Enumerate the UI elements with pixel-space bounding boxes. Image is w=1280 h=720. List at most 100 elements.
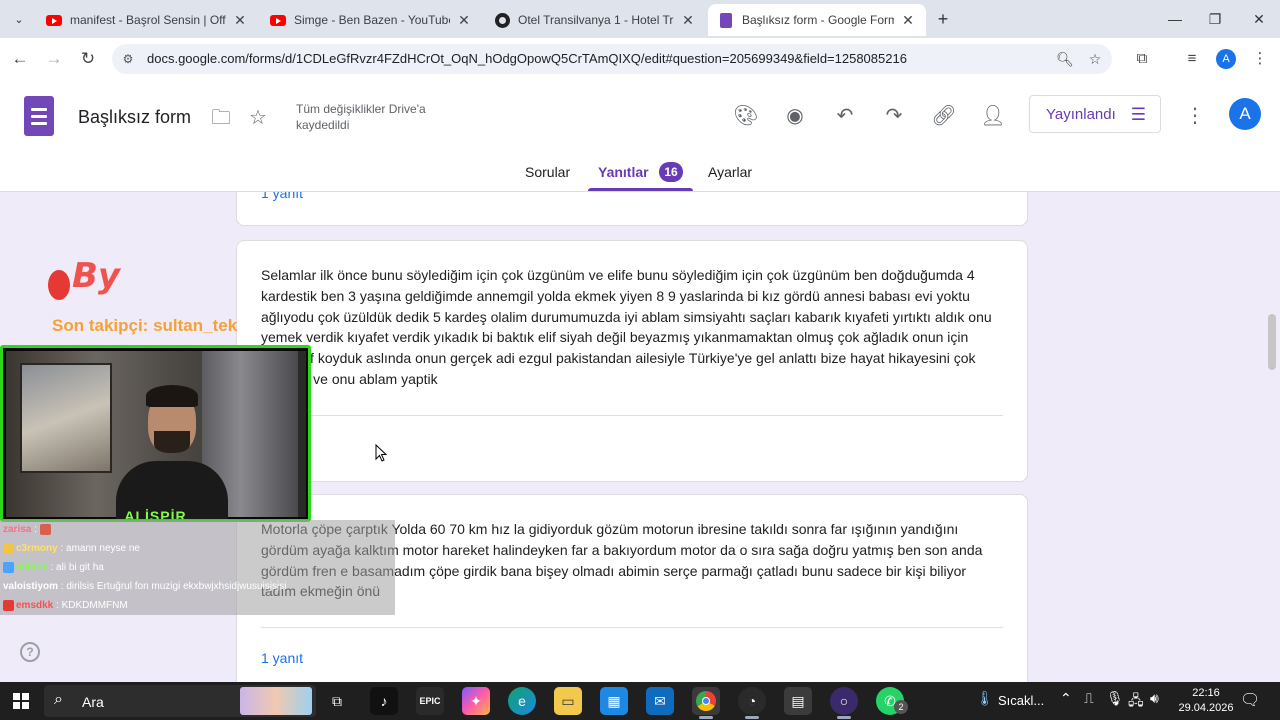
close-tab-icon[interactable]: ✕: [900, 12, 916, 29]
address-bar[interactable]: ⚙ docs.google.com/forms/d/1CDLeGfRvzr4FZ…: [112, 44, 1112, 74]
tiktok-icon[interactable]: ♪: [370, 687, 398, 715]
active-app-indicator: [699, 716, 713, 719]
redo-icon[interactable]: ↷: [880, 102, 908, 130]
microphone-icon[interactable]: 🎙︎: [1106, 690, 1124, 707]
weather-label[interactable]: Sıcakl...: [998, 693, 1044, 708]
badge-icon: [3, 542, 14, 554]
google-forms-logo-icon[interactable]: [24, 96, 54, 136]
response-card: Selamlar ilk önce bunu söylediğim için ç…: [236, 240, 1028, 482]
copilot-icon[interactable]: ✦: [462, 687, 490, 715]
calculator-icon[interactable]: ▤: [784, 687, 812, 715]
form-title[interactable]: Başlıksız form: [78, 107, 191, 128]
network-icon[interactable]: 🖧︎: [1128, 690, 1144, 714]
mouse-cursor-icon: [375, 444, 387, 462]
minimize-icon[interactable]: —: [1164, 8, 1186, 30]
chat-user: elifdsk: [16, 562, 48, 573]
notification-icon[interactable]: 🗨︎: [1240, 690, 1260, 710]
edge-browser-icon[interactable]: e: [508, 687, 536, 715]
media-queue-icon[interactable]: ≡: [1182, 49, 1202, 69]
reload-icon[interactable]: ↻: [76, 47, 100, 71]
browser-tab-strip: ⌄ manifest - Başrol Sensin | Offici ✕ Si…: [0, 0, 1280, 38]
palette-icon[interactable]: 🎨︎: [732, 102, 760, 130]
preview-eye-icon[interactable]: ◉: [781, 102, 809, 130]
browser-tab-2[interactable]: Simge - Ben Bazen - YouTube ✕: [260, 4, 482, 36]
browser-tab-4-active[interactable]: Başlıksız form - Google Formlar ✕: [708, 4, 926, 36]
logo-text: By: [72, 256, 121, 296]
account-avatar[interactable]: A: [1229, 98, 1261, 130]
thermometer-icon[interactable]: 🌡︎: [976, 690, 994, 707]
search-label: Ara: [82, 694, 104, 710]
chat-message: emsdkk : KDKDMMFNM: [3, 596, 128, 615]
webcam-background: [6, 351, 306, 519]
response-count[interactable]: 1 yanıt: [261, 192, 303, 201]
chat-user: zarisa: [3, 524, 32, 535]
zoom-icon[interactable]: 🔍︎: [1056, 50, 1074, 68]
new-tab-icon[interactable]: +: [932, 8, 954, 30]
obs-studio-icon[interactable]: ◔: [738, 687, 766, 715]
bookmark-star-icon[interactable]: ☆: [1086, 50, 1104, 68]
help-icon[interactable]: ?: [20, 642, 40, 662]
browser-tab-3[interactable]: Otel Transilvanya 1 - Hotel Tran ✕: [484, 4, 706, 36]
close-tab-icon[interactable]: ✕: [232, 12, 248, 29]
chat-text: ali bi git ha: [56, 562, 104, 573]
microsoft-store-icon[interactable]: ▦: [600, 687, 628, 715]
browser-toolbar: ← → ↻ ⚙ docs.google.com/forms/d/1CDLeGfR…: [0, 38, 1280, 80]
wall-painting: [20, 363, 112, 473]
running-app-indicator: [745, 716, 759, 719]
add-collaborator-icon[interactable]: 👤︎: [979, 102, 1007, 130]
tab-title: Başlıksız form - Google Formlar: [742, 13, 894, 27]
browser-tab-1[interactable]: manifest - Başrol Sensin | Offici ✕: [36, 4, 258, 36]
webcam-frame: ALİŞPİR: [0, 345, 311, 522]
scrollbar-thumb[interactable]: [1268, 314, 1276, 370]
link-icon[interactable]: 🔗︎: [930, 102, 958, 130]
chat-text: amann neyse ne: [66, 543, 140, 554]
chat-user: valoistiyom: [3, 581, 59, 592]
back-arrow-icon[interactable]: ←: [8, 47, 32, 71]
tab-yanitlar[interactable]: Yanıtlar: [598, 164, 649, 180]
publish-settings-icon: ☰: [1130, 105, 1146, 124]
forward-arrow-icon[interactable]: →: [42, 47, 66, 71]
close-tab-icon[interactable]: ✕: [456, 12, 472, 29]
extensions-puzzle-icon[interactable]: ⧉: [1132, 49, 1152, 69]
windows-start-icon[interactable]: [13, 693, 29, 709]
more-options-icon[interactable]: ⋮: [1184, 102, 1206, 130]
file-explorer-icon[interactable]: ▭: [554, 687, 582, 715]
response-count[interactable]: 1 yanıt: [261, 650, 303, 666]
undo-icon[interactable]: ↶: [831, 102, 859, 130]
tab-ayarlar[interactable]: Ayarlar: [708, 164, 752, 180]
tab-sorular[interactable]: Sorular: [525, 164, 570, 180]
stream-logo: By: [48, 256, 128, 302]
tab-title: Otel Transilvanya 1 - Hotel Tran: [518, 13, 674, 27]
streamer-figure: [116, 385, 228, 519]
restore-icon[interactable]: ❐: [1204, 8, 1226, 30]
close-tab-icon[interactable]: ✕: [680, 12, 696, 29]
chat-message: c3rmony : amann neyse ne: [3, 539, 140, 558]
chat-message: zarisa :: [3, 520, 53, 539]
star-icon[interactable]: ☆: [245, 105, 271, 131]
browser-profile-avatar[interactable]: A: [1216, 49, 1236, 69]
browser-menu-icon[interactable]: ⋮: [1250, 49, 1270, 69]
site-info-icon[interactable]: ⚙: [120, 51, 136, 67]
forms-header: Başlıksız form 🗀 ☆ Tüm değişiklikler Dri…: [0, 80, 1280, 192]
chrome-icon[interactable]: [692, 687, 720, 715]
emote-icon: [39, 523, 51, 535]
cortana-icon[interactable]: ○: [830, 687, 858, 715]
tab-title: Simge - Ben Bazen - YouTube: [294, 13, 450, 27]
task-view-icon[interactable]: ⧉: [323, 687, 351, 715]
usb-icon[interactable]: ⎍: [1084, 690, 1094, 707]
close-window-icon[interactable]: ✕: [1248, 8, 1270, 30]
publish-button[interactable]: Yayınlandı ☰: [1029, 95, 1161, 133]
move-to-folder-icon[interactable]: 🗀: [208, 105, 234, 131]
outlook-mail-icon[interactable]: ✉: [646, 687, 674, 715]
last-follower-label: Son takipçi: sultan_tek: [52, 316, 238, 335]
show-hidden-icons-icon[interactable]: ⌃: [1060, 690, 1072, 707]
active-tab-indicator: [588, 188, 693, 191]
system-clock[interactable]: 22:16 29.04.2026: [1176, 686, 1236, 716]
taskbar-search[interactable]: ⌕ Ara: [44, 685, 316, 717]
save-status: Tüm değişiklikler Drive'a kaydedildi: [296, 102, 426, 132]
tab-search-chevron-icon[interactable]: ⌄: [8, 8, 30, 30]
divider: [261, 627, 1003, 628]
chat-message: elifdsk : ali bi git ha: [3, 558, 104, 577]
epic-games-icon[interactable]: EPIC: [416, 687, 444, 715]
volume-icon[interactable]: 🔊︎: [1150, 690, 1159, 707]
